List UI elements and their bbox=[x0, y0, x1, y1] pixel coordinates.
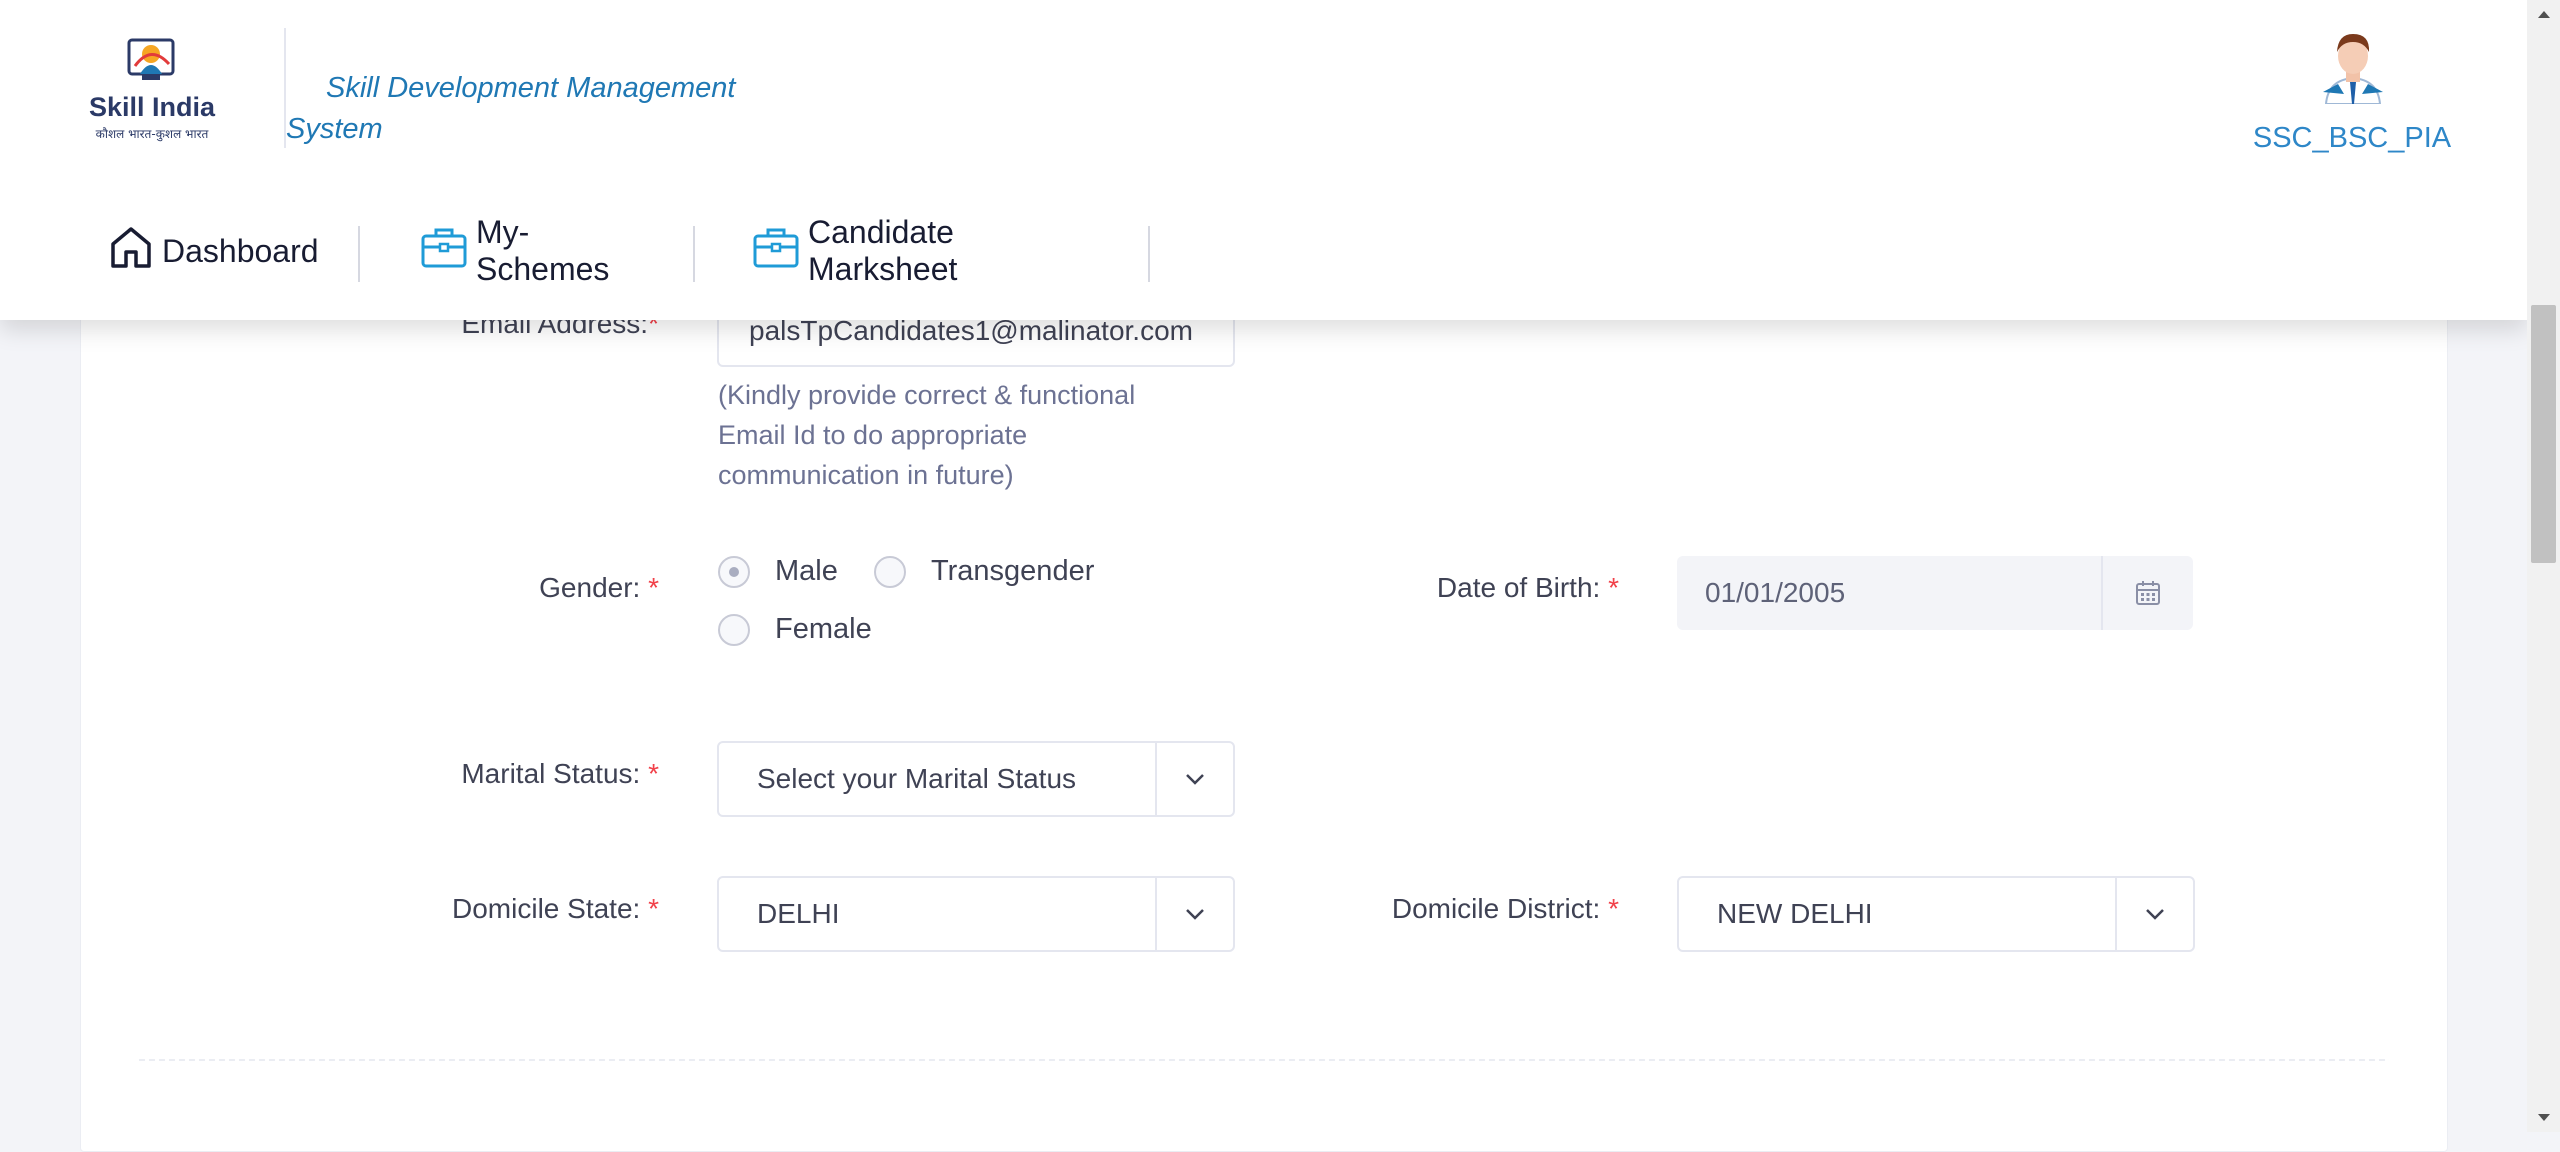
nav-divider bbox=[358, 226, 360, 282]
nav-item-candidate-marksheet[interactable]: Candidate Marksheet bbox=[752, 214, 957, 287]
briefcase-icon bbox=[420, 225, 476, 277]
email-help-text: (Kindly provide correct & functional Ema… bbox=[718, 380, 1136, 490]
nav-item-label: My-Schemes bbox=[476, 214, 610, 287]
marital-status-label: Marital Status: * bbox=[461, 758, 659, 789]
domicile-district-label: Domicile District: * bbox=[1391, 893, 1619, 924]
radio-button[interactable] bbox=[874, 555, 906, 588]
dob-label: Date of Birth: * bbox=[1436, 572, 1619, 603]
gender-radio-female[interactable]: Female bbox=[718, 613, 872, 646]
nav-divider bbox=[1148, 226, 1150, 282]
section-divider bbox=[139, 1059, 2385, 1061]
nav-item-my-schemes[interactable]: My-Schemes bbox=[420, 214, 609, 287]
svg-text:कौशल भारत-कुशल भारत: कौशल भारत-कुशल भारत bbox=[96, 127, 210, 142]
nav-item-label: Candidate Marksheet bbox=[808, 214, 958, 287]
scroll-down-arrow-icon[interactable] bbox=[2527, 1104, 2560, 1132]
scroll-up-arrow-icon[interactable] bbox=[2527, 0, 2560, 28]
scrollbar-thumb[interactable] bbox=[2531, 305, 2556, 563]
radio-button[interactable] bbox=[718, 613, 750, 646]
candidate-form-card: Email Address:* palsTpCandidates1@malina… bbox=[80, 250, 2448, 1152]
marital-status-value: Select your Marital Status bbox=[757, 763, 1077, 794]
chevron-down-icon[interactable] bbox=[2115, 878, 2193, 950]
nav-item-label: Dashboard bbox=[162, 232, 319, 269]
dob-value: 01/01/2005 bbox=[1705, 577, 1846, 608]
user-avatar-icon[interactable] bbox=[2318, 28, 2388, 105]
app-title: Skill Development Management System bbox=[286, 68, 766, 150]
nav-divider bbox=[693, 226, 695, 282]
radio-button-checked[interactable] bbox=[718, 555, 750, 588]
user-name[interactable]: SSC_BSC_PIA bbox=[2230, 122, 2474, 155]
nav-item-dashboard[interactable]: Dashboard bbox=[108, 222, 319, 280]
svg-text:Skill India: Skill India bbox=[89, 92, 216, 122]
gender-radio-transgender[interactable]: Transgender bbox=[874, 555, 1094, 588]
app-title-line2: System bbox=[286, 113, 383, 145]
domicile-district-select[interactable]: NEW DELHI bbox=[1677, 876, 2195, 952]
gender-radio-male[interactable]: Male bbox=[718, 555, 838, 588]
home-icon bbox=[108, 224, 162, 278]
gender-label: Gender: * bbox=[539, 572, 659, 603]
briefcase-icon bbox=[752, 225, 808, 277]
top-header: Skill India कौशल भारत-कुशल भारत Skill De… bbox=[0, 0, 2527, 320]
domicile-state-label: Domicile State: * bbox=[452, 893, 659, 924]
vertical-scrollbar[interactable] bbox=[2527, 0, 2560, 1132]
skill-india-logo[interactable]: Skill India कौशल भारत-कुशल भारत bbox=[82, 36, 222, 148]
marital-status-select[interactable]: Select your Marital Status bbox=[717, 741, 1235, 817]
domicile-state-value: DELHI bbox=[757, 898, 840, 929]
dob-field[interactable]: 01/01/2005 bbox=[1677, 556, 2193, 630]
domicile-district-value: NEW DELHI bbox=[1717, 898, 1873, 929]
calendar-icon[interactable] bbox=[2101, 556, 2193, 630]
chevron-down-icon[interactable] bbox=[1155, 743, 1233, 815]
app-title-line1: Skill Development Management bbox=[326, 72, 736, 104]
